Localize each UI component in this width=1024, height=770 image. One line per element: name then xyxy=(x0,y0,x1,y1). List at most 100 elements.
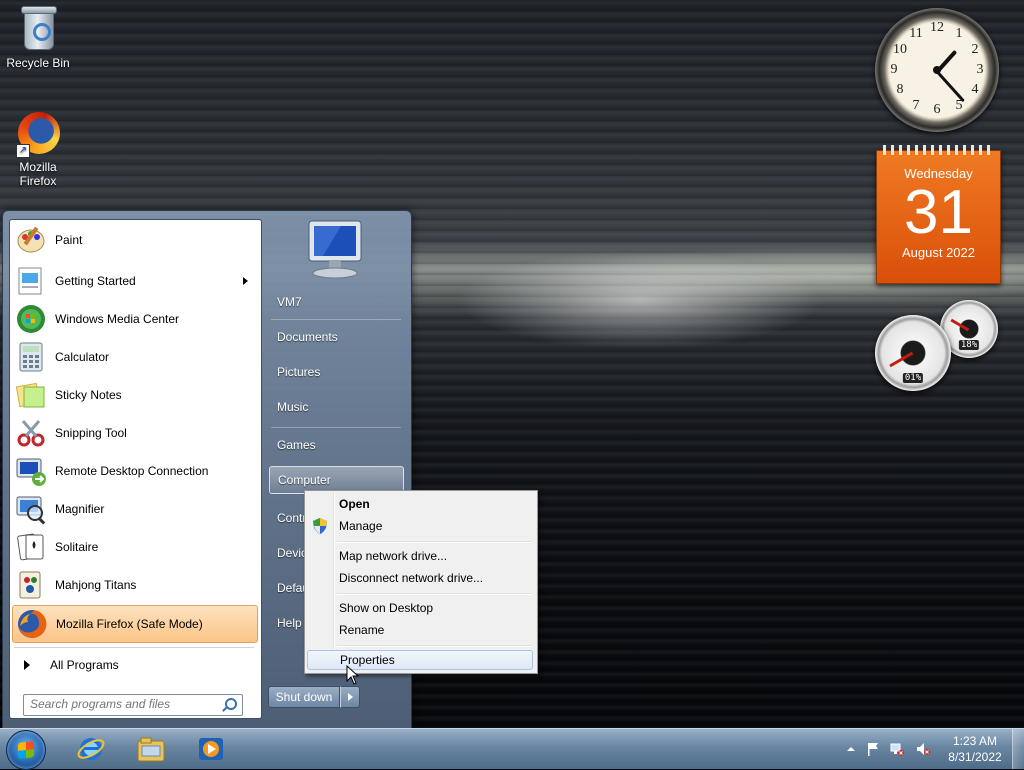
cpu-needle xyxy=(889,351,914,368)
program-label: Paint xyxy=(55,233,83,247)
context-map-network-drive[interactable]: Map network drive... xyxy=(307,546,533,566)
clock-numeral: 9 xyxy=(890,62,898,77)
taskbar-media-player[interactable] xyxy=(182,731,238,767)
show-hidden-icons-icon[interactable] xyxy=(844,742,858,756)
right-item-documents[interactable]: Documents xyxy=(269,323,404,351)
clock-numeral: 8 xyxy=(896,82,904,97)
clock-numeral: 3 xyxy=(976,62,984,77)
remote-desktop-icon xyxy=(15,455,47,487)
getting-started-icon xyxy=(15,265,47,297)
context-rename[interactable]: Rename xyxy=(307,620,533,640)
context-open[interactable]: Open xyxy=(307,494,533,514)
program-label: Calculator xyxy=(55,350,110,364)
program-item[interactable]: Getting Started xyxy=(12,263,258,299)
user-picture-icon[interactable] xyxy=(301,217,369,281)
calculator-icon xyxy=(15,341,47,373)
search-box[interactable] xyxy=(23,694,243,716)
volume-muted-icon[interactable] xyxy=(916,742,930,756)
right-item-music[interactable]: Music xyxy=(269,393,404,421)
program-label: Windows Media Center xyxy=(55,312,180,326)
firefox-label: Mozilla Firefox xyxy=(19,160,57,188)
clock-numeral: 6 xyxy=(933,102,941,117)
clock-numeral: 10 xyxy=(893,42,907,57)
firefox-icon: ↗ xyxy=(14,110,62,158)
cpu-meter[interactable]: 01% xyxy=(875,315,951,391)
program-item[interactable]: Snipping Tool xyxy=(12,415,258,451)
program-label: Magnifier xyxy=(55,502,105,516)
context-separator xyxy=(337,541,531,543)
calendar-gadget[interactable]: Wednesday 31 August 2022 xyxy=(876,145,1001,284)
clock-gadget[interactable]: 12 1 2 3 4 5 6 7 8 9 10 11 xyxy=(875,8,999,132)
system-tray: 1:23 AM 8/31/2022 xyxy=(840,729,1024,769)
firefox-icon xyxy=(16,608,48,640)
all-programs-button[interactable]: All Programs xyxy=(14,652,254,678)
program-label: Mozilla Firefox (Safe Mode) xyxy=(56,617,203,631)
program-item[interactable]: Calculator xyxy=(12,339,258,375)
firefox-shortcut[interactable]: ↗ Mozilla Firefox xyxy=(0,110,76,188)
program-list: Paint Getting Started Windows Media Center… xyxy=(9,219,262,719)
taskbar-time: 1:23 AM xyxy=(952,734,998,748)
memory-value: 18% xyxy=(958,340,980,350)
program-item[interactable]: Sticky Notes xyxy=(12,377,258,413)
memory-needle xyxy=(950,318,970,332)
context-show-on-desktop[interactable]: Show on Desktop xyxy=(307,598,533,618)
taskbar-windows-explorer[interactable] xyxy=(122,731,178,767)
context-disconnect-network-drive[interactable]: Disconnect network drive... xyxy=(307,568,533,588)
mahjong-icon xyxy=(15,569,47,601)
search-icon[interactable] xyxy=(225,698,237,710)
program-label: Sticky Notes xyxy=(55,388,122,402)
action-center-flag-icon[interactable] xyxy=(866,742,880,756)
taskbar-internet-explorer[interactable] xyxy=(62,731,118,767)
program-label: Getting Started xyxy=(55,274,136,288)
right-item-user[interactable]: VM7 xyxy=(269,288,404,316)
program-label: Solitaire xyxy=(55,540,99,554)
search-input[interactable] xyxy=(24,695,220,713)
program-item[interactable]: Paint xyxy=(12,222,258,258)
program-item[interactable]: Mozilla Firefox (Safe Mode) xyxy=(12,605,258,643)
clock-center xyxy=(933,66,941,74)
calendar-month: August 2022 xyxy=(901,245,975,260)
submenu-arrow-icon xyxy=(243,277,248,285)
shutdown-button[interactable]: Shut down xyxy=(268,686,340,708)
clock-numeral: 11 xyxy=(909,26,923,41)
right-item-pictures[interactable]: Pictures xyxy=(269,358,404,386)
taskbar: 1:23 AM 8/31/2022 xyxy=(0,728,1024,770)
calendar-rings xyxy=(883,145,995,155)
clock-numeral: 12 xyxy=(930,20,944,35)
start-button[interactable] xyxy=(6,730,46,770)
recycle-bin-shortcut[interactable]: Recycle Bin xyxy=(0,6,76,70)
show-desktop-button[interactable] xyxy=(1012,729,1024,769)
clock-numeral: 7 xyxy=(912,98,920,113)
program-item[interactable]: Solitaire xyxy=(12,529,258,565)
program-label: Snipping Tool xyxy=(55,426,127,440)
taskbar-clock[interactable]: 1:23 AM 8/31/2022 xyxy=(944,733,1006,765)
network-icon[interactable] xyxy=(890,742,904,756)
clock-numeral: 2 xyxy=(971,42,979,57)
windows-logo-icon xyxy=(18,741,34,759)
shutdown-options-button[interactable] xyxy=(340,686,360,708)
all-programs-label: All Programs xyxy=(50,658,119,672)
context-properties[interactable]: Properties xyxy=(307,650,533,670)
magnifier-icon xyxy=(15,493,47,525)
clock-numeral: 5 xyxy=(955,98,963,113)
media-center-icon xyxy=(15,303,47,335)
windows-explorer-icon xyxy=(137,737,165,762)
program-item[interactable]: Windows Media Center xyxy=(12,301,258,337)
recycle-bin-icon xyxy=(14,6,62,54)
right-item-games[interactable]: Games xyxy=(269,431,404,459)
recycle-bin-label: Recycle Bin xyxy=(6,56,70,70)
clock-numeral: 1 xyxy=(955,26,963,41)
program-item[interactable]: Remote Desktop Connection xyxy=(12,453,258,489)
program-item[interactable]: Magnifier xyxy=(12,491,258,527)
context-separator xyxy=(337,645,531,647)
paint-icon xyxy=(15,224,47,256)
context-manage[interactable]: Manage xyxy=(307,516,533,536)
program-label: Mahjong Titans xyxy=(55,578,137,592)
internet-explorer-icon xyxy=(77,738,105,760)
taskbar-date: 8/31/2022 xyxy=(948,750,1002,764)
right-separator xyxy=(271,319,401,320)
all-programs-arrow-icon xyxy=(24,660,30,670)
mouse-cursor-icon xyxy=(346,665,360,685)
program-item[interactable]: Mahjong Titans xyxy=(12,567,258,603)
clock-numeral: 4 xyxy=(971,82,979,97)
